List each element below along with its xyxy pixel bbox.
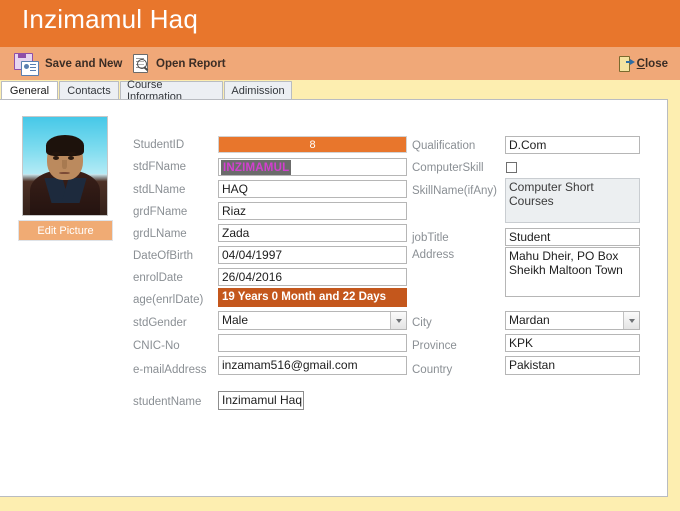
tab-strip: General Contacts Course Information Adim… [0,79,680,103]
chevron-down-icon[interactable] [623,312,639,329]
save-and-new-icon [14,52,39,76]
label-province: Province [412,340,457,352]
command-toolbar: Save and New Open Report Close [0,47,680,80]
label-email-address: e-mailAddress [133,364,207,376]
close-door-icon [618,56,635,72]
field-dateofbirth[interactable]: 04/04/1997 [218,246,407,264]
label-studentid: StudentID [133,139,185,151]
label-stdgender: stdGender [133,317,187,329]
label-age-enrldate: age(enrlDate) [133,294,204,306]
field-age-enrldate: 19 Years 0 Month and 22 Days [218,288,407,307]
field-cnic-no[interactable] [218,334,407,352]
close-label-accel: C [636,57,645,70]
label-stdfname: stdFName [133,161,187,173]
report-preview-icon [132,54,149,73]
field-email-address[interactable]: inzamam516@gmail.com [218,356,407,375]
label-dateofbirth: DateOfBirth [133,250,194,262]
open-report-button[interactable]: Open Report [132,47,226,80]
label-skillname: SkillName(ifAny) [412,185,497,197]
field-province[interactable]: KPK [505,334,640,352]
tab-adimission[interactable]: Adimission [224,81,292,99]
tab-general[interactable]: General [1,81,58,99]
field-stdfname[interactable]: INZIMAMUL [218,158,407,176]
label-address: Address [412,249,455,261]
field-stdfname-selected-text: INZIMAMUL [221,160,292,175]
edit-picture-button[interactable]: Edit Picture [18,220,113,241]
field-qualification[interactable]: D.Com [505,136,640,154]
field-country[interactable]: Pakistan [505,356,640,375]
tab-contacts[interactable]: Contacts [59,81,119,99]
label-computerskill: ComputerSkill [412,162,484,174]
field-enroldate[interactable]: 26/04/2016 [218,268,407,286]
label-country: Country [412,364,453,376]
open-report-label: Open Report [156,57,226,70]
label-enroldate: enrolDate [133,272,183,284]
label-jobtitle: jobTitle [412,232,449,244]
label-qualification: Qualification [412,140,476,152]
page-title: Inzimamul Haq [22,4,198,34]
label-studentname: studentName [133,396,202,408]
label-grdfname: grdFName [133,206,188,218]
label-cnic-no: CNIC-No [133,340,180,352]
field-grdlname[interactable]: Zada [218,224,407,242]
save-and-new-label: Save and New [45,57,123,70]
close-button[interactable]: Close [618,47,668,80]
student-photo[interactable] [22,116,108,216]
field-studentid: 8 [218,136,407,153]
combo-city-value: Mardan [509,313,550,327]
field-address[interactable]: Mahu Dheir, PO Box Sheikh Maltoon Town [505,247,640,297]
save-and-new-button[interactable]: Save and New [14,47,122,80]
tab-course-information[interactable]: Course Information [120,79,223,103]
checkbox-computerskill[interactable] [506,162,517,173]
field-grdfname[interactable]: Riaz [218,202,407,220]
field-skillname: Computer Short Courses [505,178,640,223]
combo-stdgender[interactable]: Male [218,311,407,330]
combo-stdgender-value: Male [222,313,249,327]
label-city: City [412,317,432,329]
field-studentname[interactable]: Inzimamul Haq [218,391,304,410]
label-stdlname: stdLName [133,184,186,196]
close-label: Close [637,58,668,70]
title-bar: Inzimamul Haq [0,0,680,47]
field-jobtitle[interactable]: Student [505,228,640,246]
close-label-rest: lose [644,57,668,70]
chevron-down-icon[interactable] [390,312,406,329]
field-stdlname[interactable]: HAQ [218,180,407,198]
access-form-window: Inzimamul Haq Save and New Open Report C… [0,0,680,511]
combo-city[interactable]: Mardan [505,311,640,330]
label-grdlname: grdLName [133,228,187,240]
